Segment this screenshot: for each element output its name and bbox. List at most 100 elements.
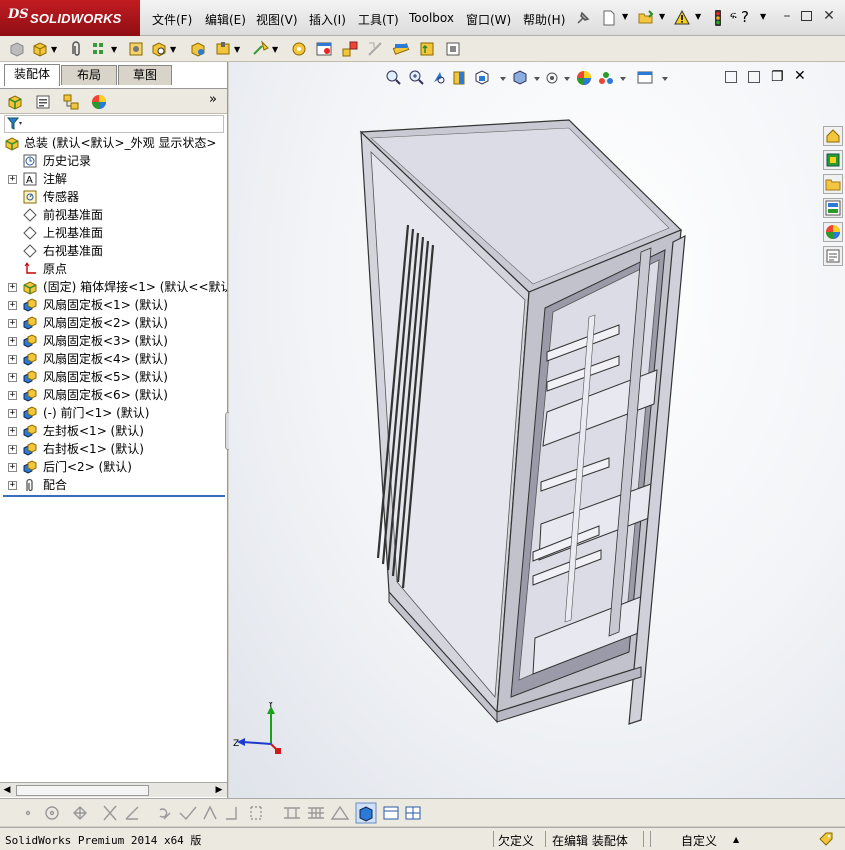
close-icon[interactable]: ✕ [822,9,836,23]
display-manager-icon[interactable] [90,93,108,111]
smart-fasteners-icon[interactable] [127,40,145,58]
new-part-icon[interactable] [31,40,49,58]
tab-sketch[interactable]: 草图 [118,65,172,85]
tree-expander[interactable]: + [8,355,17,364]
custom-properties-tab[interactable] [823,246,843,266]
tree-item[interactable]: 原点 [0,260,227,278]
tree-item[interactable]: + 风扇固定板<2> (默认) [0,314,227,332]
view-palette-tab[interactable] [823,198,843,218]
tree-item[interactable]: + 配合 [0,476,227,494]
tree-expander[interactable]: + [8,319,17,328]
chevron-down-icon[interactable]: ▼ [170,45,188,63]
tree-expander[interactable]: + [8,409,17,418]
cabinet-3d-model[interactable] [289,112,769,732]
tree-item[interactable]: 前视基准面 [0,206,227,224]
tree-expander[interactable]: + [8,391,17,400]
menu-toolbox[interactable]: Toolbox [409,11,454,25]
tree-item[interactable]: 上视基准面 [0,224,227,242]
menu-insert[interactable]: 插入(I) [309,11,346,28]
angle-icon[interactable] [125,806,139,820]
instant3d-icon[interactable] [418,40,436,58]
property-manager-icon[interactable] [34,93,52,111]
warning-icon[interactable] [673,9,691,27]
feature-filter[interactable] [4,115,224,133]
view-orientation-icon[interactable] [475,70,489,85]
show-hidden-components-icon[interactable] [189,40,207,58]
file-explorer-tab[interactable] [823,174,843,194]
tree-expander[interactable]: + [8,463,17,472]
tree-root-assembly[interactable]: 总装 (默认<默认>_外观 显示状态> [0,134,227,152]
solidworks-resources-tab[interactable] [823,126,843,146]
tree-item[interactable]: + 后门<2> (默认) [0,458,227,476]
chevron-down-icon[interactable]: ▼ [234,45,252,63]
chevron-down-icon[interactable] [500,77,506,81]
tree-item[interactable]: + 风扇固定板<4> (默认) [0,350,227,368]
trim-icon[interactable] [103,805,117,821]
menu-file[interactable]: 文件(F) [152,11,192,28]
chevron-down-icon[interactable]: ▼ [272,45,290,63]
menu-edit[interactable]: 编辑(E) [205,11,246,28]
move-component-icon[interactable] [150,40,168,58]
tile-horizontal-icon[interactable] [725,71,737,83]
tree-expander[interactable]: + [8,283,17,292]
tree-item[interactable]: + 风扇固定板<3> (默认) [0,332,227,350]
menu-tools[interactable]: 工具(T) [358,11,399,28]
tag-icon[interactable] [818,831,834,847]
unit-system-selector[interactable]: 自定义 [681,832,717,849]
relation-icon[interactable] [330,805,350,820]
mate-paperclip-icon[interactable] [67,40,85,58]
apply-scene-icon[interactable] [599,72,613,84]
scroll-right-icon[interactable]: ▶ [212,783,226,798]
tree-item[interactable]: + (-) 前门<1> (默认) [0,404,227,422]
toggle-view-icon[interactable] [444,40,462,58]
configuration-manager-icon[interactable] [62,93,80,111]
tree-expander[interactable]: + [8,373,17,382]
tree-item[interactable]: 传感器 [0,188,227,206]
design-library-tab[interactable] [823,150,843,170]
assembly-features-icon[interactable] [214,40,232,58]
edit-appearance-icon[interactable] [577,71,591,85]
restore-icon[interactable] [801,11,812,21]
hide-show-items-icon[interactable] [546,72,558,84]
linear-pattern-icon[interactable] [91,40,109,58]
tree-expander[interactable]: + [8,427,17,436]
tree-expander[interactable]: + [8,481,17,490]
previous-view-icon[interactable] [434,72,445,84]
appearances-tab[interactable] [823,222,843,242]
display-style-icon[interactable] [513,70,527,85]
tree-item[interactable]: + 风扇固定板<6> (默认) [0,386,227,404]
pin-icon[interactable] [574,9,592,27]
chamfer-icon[interactable] [203,805,217,820]
chevron-down-icon[interactable] [662,77,668,81]
tree-item[interactable]: + 右封板<1> (默认) [0,440,227,458]
view-layout-icon[interactable] [383,806,399,820]
tangent-icon[interactable] [179,806,197,821]
tree-item[interactable]: + 风扇固定板<1> (默认) [0,296,227,314]
menu-window[interactable]: 窗口(W) [466,11,511,28]
exploded-view-icon[interactable] [341,40,359,58]
chevron-down-icon[interactable] [564,77,570,81]
chevron-down-icon[interactable] [534,77,540,81]
corner-icon[interactable] [226,807,237,820]
solidworks-logo[interactable]: DS SOLIDWORKS [0,0,140,36]
explode-line-sketch-icon[interactable] [366,40,384,58]
section-view-icon[interactable] [453,71,465,85]
tree-expander[interactable]: + [8,301,17,310]
view-settings-icon[interactable] [637,71,653,84]
scroll-left-icon[interactable]: ◀ [0,783,14,798]
new-motion-study-icon[interactable] [290,40,308,58]
menu-help[interactable]: 帮助(H) [523,11,565,28]
tab-layout[interactable]: 布局 [61,65,117,85]
feature-manager-icon[interactable] [6,93,24,111]
reference-geometry-icon[interactable] [252,40,270,58]
scroll-thumb[interactable] [16,785,149,796]
point-icon[interactable] [25,810,31,816]
tree-item[interactable]: + 左封板<1> (默认) [0,422,227,440]
grid-icon[interactable] [308,807,324,819]
chevron-down-icon[interactable] [620,77,626,81]
rollback-bar[interactable] [3,495,225,497]
close-document-icon[interactable]: ✕ [794,69,806,83]
tree-expander[interactable]: + [8,445,17,454]
restore-document-icon[interactable]: ❐ [771,70,784,84]
unit-system-arrow-icon[interactable]: ▲ [733,835,739,844]
